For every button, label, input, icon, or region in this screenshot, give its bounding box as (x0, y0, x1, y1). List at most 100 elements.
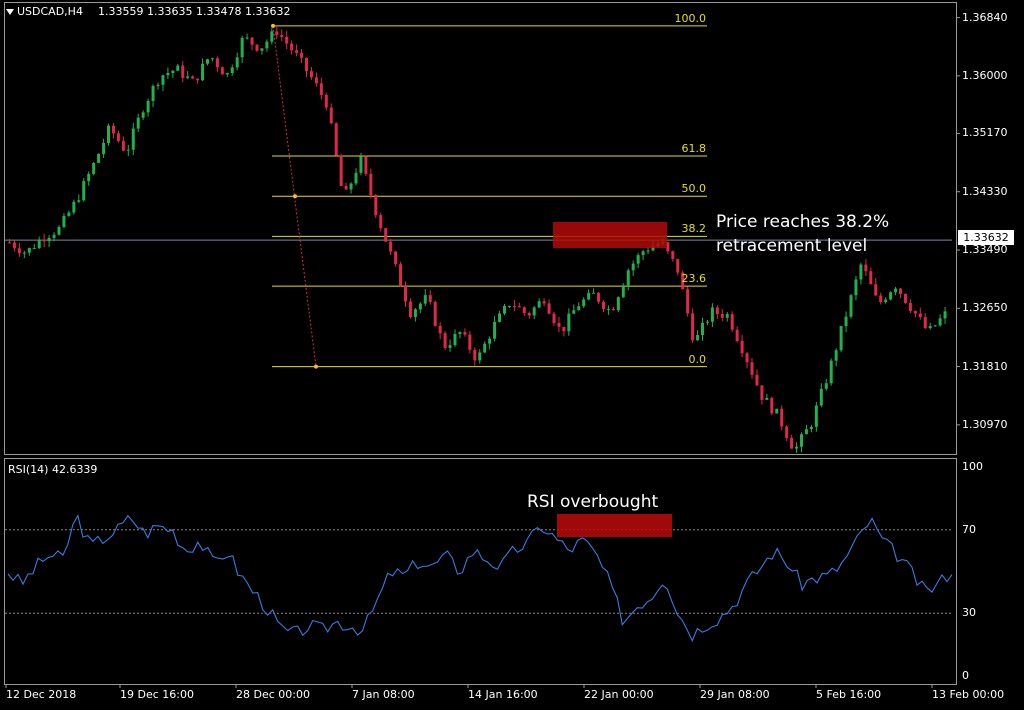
candle-body (166, 72, 170, 76)
candle-body (562, 326, 566, 332)
candle-body (82, 181, 86, 201)
candle-body (616, 297, 620, 311)
candle-body (62, 215, 66, 227)
candle-body (512, 305, 516, 307)
candle-body (621, 285, 625, 298)
candle-body (468, 334, 472, 350)
candle-body (399, 264, 403, 287)
fib-anchor-point[interactable] (314, 364, 318, 369)
candle-body (547, 303, 551, 314)
candle-body (572, 310, 576, 314)
candle-body (824, 383, 828, 389)
candle-body (879, 295, 883, 303)
candle-body (275, 31, 279, 35)
candle-body (240, 37, 244, 58)
candle-body (369, 173, 373, 195)
price-axis-tick: 1.31810 (962, 359, 1008, 373)
candle-body (899, 288, 902, 294)
price-axis-tick: 1.32650 (962, 301, 1008, 315)
candle-body (359, 156, 363, 173)
candle-body (32, 248, 36, 250)
candle-body (483, 343, 487, 353)
candle-body (408, 301, 412, 317)
fib-anchor-point[interactable] (293, 194, 297, 199)
candle-body (780, 408, 784, 427)
candle-body (418, 303, 422, 310)
candle-body (67, 212, 71, 216)
candle-body (844, 316, 848, 327)
candle-body (686, 289, 690, 314)
candle-body (384, 228, 388, 242)
candle-body (760, 385, 764, 400)
candle-body (245, 37, 249, 39)
candle-body (889, 292, 893, 300)
candle-body (527, 313, 531, 316)
candle-body (691, 313, 695, 341)
candle-body (567, 313, 571, 332)
candle-body (394, 251, 398, 265)
fib-level-label: 100.0 (674, 11, 707, 25)
candle-body (77, 200, 81, 202)
candle-body (141, 112, 145, 118)
candle-body (611, 308, 615, 311)
price-axis-tick: 1.36840 (962, 10, 1008, 24)
rsi-axis-tick: 70 (962, 522, 976, 536)
candle-body (305, 57, 308, 72)
candle-body (705, 321, 709, 323)
candle-body (606, 308, 610, 310)
candle-body (196, 78, 200, 81)
symbol-label: USDCAD,H4 (17, 5, 83, 18)
fib-anchor-point[interactable] (271, 23, 275, 28)
candle-body (285, 36, 289, 44)
price-axis-tick: 1.30970 (962, 417, 1008, 431)
candle-body (869, 271, 873, 285)
candle-body (136, 117, 140, 129)
candle-body (314, 77, 318, 84)
candle-body (72, 201, 76, 213)
candle-body (92, 162, 96, 174)
rsi-highlight-box (557, 514, 672, 537)
candle-body (280, 34, 284, 37)
candle-body (725, 314, 729, 318)
chart-canvas[interactable] (0, 0, 1024, 710)
candle-body (344, 186, 348, 190)
candle-body (201, 63, 205, 81)
time-axis-tick: 13 Feb 00:00 (932, 688, 1005, 701)
candle-body (933, 325, 937, 327)
dropdown-triangle-icon[interactable] (6, 9, 14, 15)
price-annotation-line1: Price reaches 38.2% (716, 212, 890, 232)
candle-body (404, 286, 407, 302)
candle-body (740, 340, 744, 354)
candle-body (849, 295, 853, 317)
price-axis-tick: 1.33490 (962, 243, 1008, 256)
candle-body (260, 48, 264, 51)
price-highlight-box (553, 222, 667, 248)
candle-body (557, 323, 561, 327)
candle-body (710, 307, 714, 322)
candle-body (715, 307, 719, 314)
candle-body (884, 299, 888, 303)
candle-body (12, 242, 16, 249)
candle-body (839, 326, 843, 351)
candle-body (701, 322, 704, 335)
time-axis-tick: 12 Dec 2018 (6, 688, 77, 701)
candle-body (745, 353, 749, 363)
candle-body (171, 70, 175, 73)
candle-body (473, 349, 477, 361)
rsi-axis-tick: 0 (962, 669, 969, 682)
candle-body (364, 156, 368, 174)
candle-body (522, 307, 526, 314)
candle-body (215, 58, 219, 68)
candle-body (97, 153, 101, 163)
candle-body (433, 301, 437, 326)
candle-body (641, 251, 645, 256)
candle-body (765, 397, 769, 400)
candle-body (334, 123, 338, 156)
candle-body (37, 239, 41, 249)
candle-body (156, 84, 160, 86)
candle-body (235, 57, 239, 68)
candle-body (176, 65, 180, 71)
candle-body (17, 248, 21, 254)
candle-body (230, 67, 234, 74)
candle-body (646, 250, 650, 252)
